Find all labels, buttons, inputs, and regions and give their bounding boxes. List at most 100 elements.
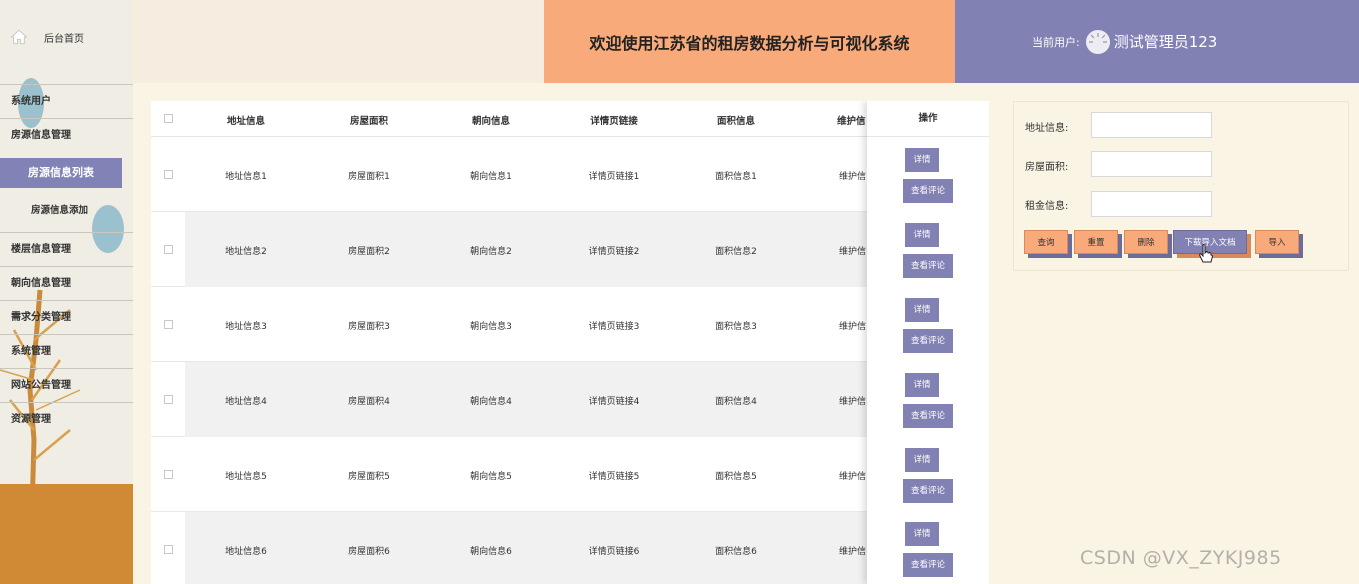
- table-row: 地址信息6 房屋面积6 朝向信息6 详情页链接6 面积信息6 维护信: [151, 512, 989, 584]
- select-all-checkbox[interactable]: [164, 114, 173, 123]
- current-user-name: 测试管理员123: [1113, 33, 1218, 51]
- submenu-housing-list[interactable]: 房源信息列表: [0, 158, 122, 188]
- area-input[interactable]: [1091, 151, 1212, 177]
- cell-area: 房屋面积2: [348, 247, 390, 257]
- cell-area: 房屋面积6: [348, 547, 390, 557]
- reset-button[interactable]: 重置: [1074, 230, 1118, 254]
- detail-button[interactable]: 详情: [905, 298, 939, 322]
- rent-label: 租金信息:: [1025, 201, 1069, 212]
- housing-table: 地址信息 房屋面积 朝向信息 详情页链接 面积信息 维护信 地址信息1 房屋面积…: [151, 101, 989, 584]
- cell-area: 房屋面积5: [348, 472, 390, 482]
- detail-button[interactable]: 详情: [905, 148, 939, 172]
- cell-area: 房屋面积1: [348, 172, 390, 182]
- delete-button[interactable]: 删除: [1124, 230, 1168, 254]
- col-maintenance: 维护信: [837, 116, 866, 127]
- table-row: 地址信息3 房屋面积3 朝向信息3 详情页链接3 面积信息3 维护信: [151, 287, 989, 362]
- menu-system-management[interactable]: 系统管理: [0, 334, 133, 368]
- row-checkbox[interactable]: [164, 320, 173, 329]
- view-comments-button[interactable]: 查看评论: [903, 479, 953, 503]
- row-checkbox[interactable]: [164, 395, 173, 404]
- cell-address: 地址信息5: [225, 472, 267, 482]
- sidebar: 后台首页 系统用户 房源信息管理 房源信息列表 房源信息添加 楼层信息管理 朝向…: [0, 0, 133, 584]
- col-area-info: 面积信息: [716, 116, 755, 127]
- col-operations: 操作: [867, 101, 989, 137]
- detail-button[interactable]: 详情: [905, 448, 939, 472]
- view-comments-button[interactable]: 查看评论: [903, 553, 953, 577]
- area-label: 房屋面积:: [1025, 162, 1069, 173]
- view-comments-button[interactable]: 查看评论: [903, 179, 953, 203]
- menu-housing-info[interactable]: 房源信息管理: [0, 118, 133, 152]
- address-input[interactable]: [1091, 112, 1212, 138]
- view-comments-button[interactable]: 查看评论: [903, 329, 953, 353]
- cell-maintenance: 维护信: [839, 247, 867, 257]
- cell-detail-link[interactable]: 详情页链接6: [564, 544, 664, 557]
- row-checkbox[interactable]: [164, 545, 173, 554]
- table-row: 地址信息2 房屋面积2 朝向信息2 详情页链接2 面积信息2 维护信: [151, 212, 989, 287]
- menu-orientation-info[interactable]: 朝向信息管理: [0, 266, 133, 300]
- cell-detail-link[interactable]: 详情页链接2: [564, 244, 664, 257]
- table-row: 地址信息5 房屋面积5 朝向信息5 详情页链接5 面积信息5 维护信: [151, 437, 989, 512]
- cell-detail-link[interactable]: 详情页链接5: [564, 469, 664, 482]
- menu-site-announcements[interactable]: 网站公告管理: [0, 368, 133, 402]
- table-row: 地址信息1 房屋面积1 朝向信息1 详情页链接1 面积信息1 维护信: [151, 137, 989, 212]
- query-button[interactable]: 查询: [1024, 230, 1068, 254]
- col-address: 地址信息: [226, 116, 265, 127]
- row-checkbox[interactable]: [164, 170, 173, 179]
- cell-orientation: 朝向信息6: [470, 547, 512, 557]
- col-area: 房屋面积: [349, 116, 388, 127]
- cell-detail-link[interactable]: 详情页链接3: [564, 319, 664, 332]
- home-link[interactable]: 后台首页: [10, 26, 84, 48]
- user-info: 当前用户: 测试管理员123: [955, 0, 1359, 83]
- home-icon: [10, 29, 28, 45]
- menu-resources[interactable]: 资源管理: [0, 402, 133, 436]
- cell-maintenance: 维护信: [839, 322, 867, 332]
- import-button[interactable]: 导入: [1255, 230, 1299, 254]
- cell-area-info: 面积信息1: [715, 172, 757, 182]
- detail-button[interactable]: 详情: [905, 522, 939, 546]
- cell-area-info: 面积信息2: [715, 247, 757, 257]
- cell-maintenance: 维护信: [839, 547, 867, 557]
- cell-address: 地址信息4: [225, 397, 267, 407]
- menu-floor-info[interactable]: 楼层信息管理: [0, 232, 133, 266]
- cell-maintenance: 维护信: [839, 172, 867, 182]
- cell-orientation: 朝向信息4: [470, 397, 512, 407]
- cell-address: 地址信息3: [225, 322, 267, 332]
- cell-orientation: 朝向信息3: [470, 322, 512, 332]
- cell-orientation: 朝向信息5: [470, 472, 512, 482]
- cell-address: 地址信息1: [225, 172, 267, 182]
- operations-column: 操作 详情 查看评论 详情 查看评论 详情 查看评论 详情 查看评论 详情 查看…: [867, 101, 989, 584]
- watermark: CSDN @VX_ZYKJ985: [1080, 547, 1282, 569]
- cell-maintenance: 维护信: [839, 397, 867, 407]
- avatar-icon: [1085, 29, 1110, 54]
- menu-demand-category[interactable]: 需求分类管理: [0, 300, 133, 334]
- submenu-housing-add[interactable]: 房源信息添加: [31, 202, 88, 216]
- home-label: 后台首页: [44, 33, 84, 45]
- hand-cursor-icon: [1199, 244, 1213, 263]
- header-spacer: [133, 0, 544, 83]
- cell-detail-link[interactable]: 详情页链接1: [564, 169, 664, 182]
- row-checkbox[interactable]: [164, 470, 173, 479]
- cell-area: 房屋面积4: [348, 397, 390, 407]
- rent-input[interactable]: [1091, 191, 1212, 217]
- cell-orientation: 朝向信息1: [470, 172, 512, 182]
- cell-area-info: 面积信息3: [715, 322, 757, 332]
- detail-button[interactable]: 详情: [905, 373, 939, 397]
- cell-detail-link[interactable]: 详情页链接4: [564, 394, 664, 407]
- detail-button[interactable]: 详情: [905, 223, 939, 247]
- cell-area-info: 面积信息4: [715, 397, 757, 407]
- table-header: 地址信息 房屋面积 朝向信息 详情页链接 面积信息 维护信: [151, 101, 989, 137]
- cell-maintenance: 维护信: [839, 472, 867, 482]
- cell-area-info: 面积信息6: [715, 547, 757, 557]
- view-comments-button[interactable]: 查看评论: [903, 404, 953, 428]
- page-title: 欢迎使用江苏省的租房数据分析与可视化系统: [544, 0, 955, 83]
- current-user-label: 当前用户:: [1032, 35, 1080, 49]
- col-detail-link: 详情页链接: [590, 116, 638, 127]
- avatar[interactable]: [1085, 29, 1110, 54]
- row-checkbox[interactable]: [164, 245, 173, 254]
- table-row: 地址信息4 房屋面积4 朝向信息4 详情页链接4 面积信息4 维护信: [151, 362, 989, 437]
- cell-address: 地址信息2: [225, 247, 267, 257]
- view-comments-button[interactable]: 查看评论: [903, 254, 953, 278]
- ground-decoration: [0, 484, 133, 584]
- cell-area-info: 面积信息5: [715, 472, 757, 482]
- menu-system-users[interactable]: 系统用户: [0, 84, 133, 118]
